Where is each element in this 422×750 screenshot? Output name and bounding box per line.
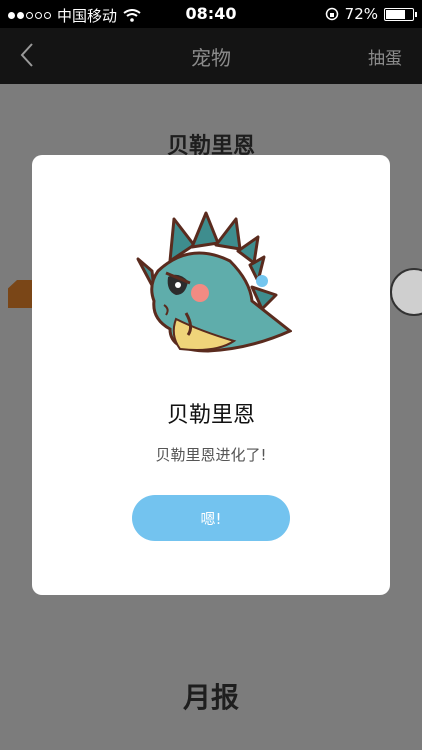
- status-bar: 中国移动 08:40 72%: [0, 0, 422, 28]
- evolution-dialog: 贝勒里恩 贝勒里恩进化了! 嗯!: [32, 155, 390, 595]
- page-title: 宠物: [191, 46, 231, 70]
- nav-bar: 宠物 抽蛋: [0, 28, 422, 84]
- orientation-lock-icon: [325, 7, 338, 21]
- confirm-button[interactable]: 嗯!: [132, 495, 290, 541]
- battery-fill: [386, 9, 405, 19]
- dinosaur-pet-image: [136, 211, 292, 353]
- battery-percent: 72%: [344, 5, 378, 23]
- dialog-message: 贝勒里恩进化了!: [155, 446, 267, 464]
- battery-icon: [384, 7, 417, 21]
- draw-egg-button[interactable]: 抽蛋: [368, 44, 402, 69]
- pet-thumbnail[interactable]: [390, 268, 422, 316]
- status-right: 72%: [325, 5, 417, 23]
- dialog-title: 贝勒里恩: [166, 403, 255, 428]
- monthly-report-heading: 月报: [182, 681, 239, 714]
